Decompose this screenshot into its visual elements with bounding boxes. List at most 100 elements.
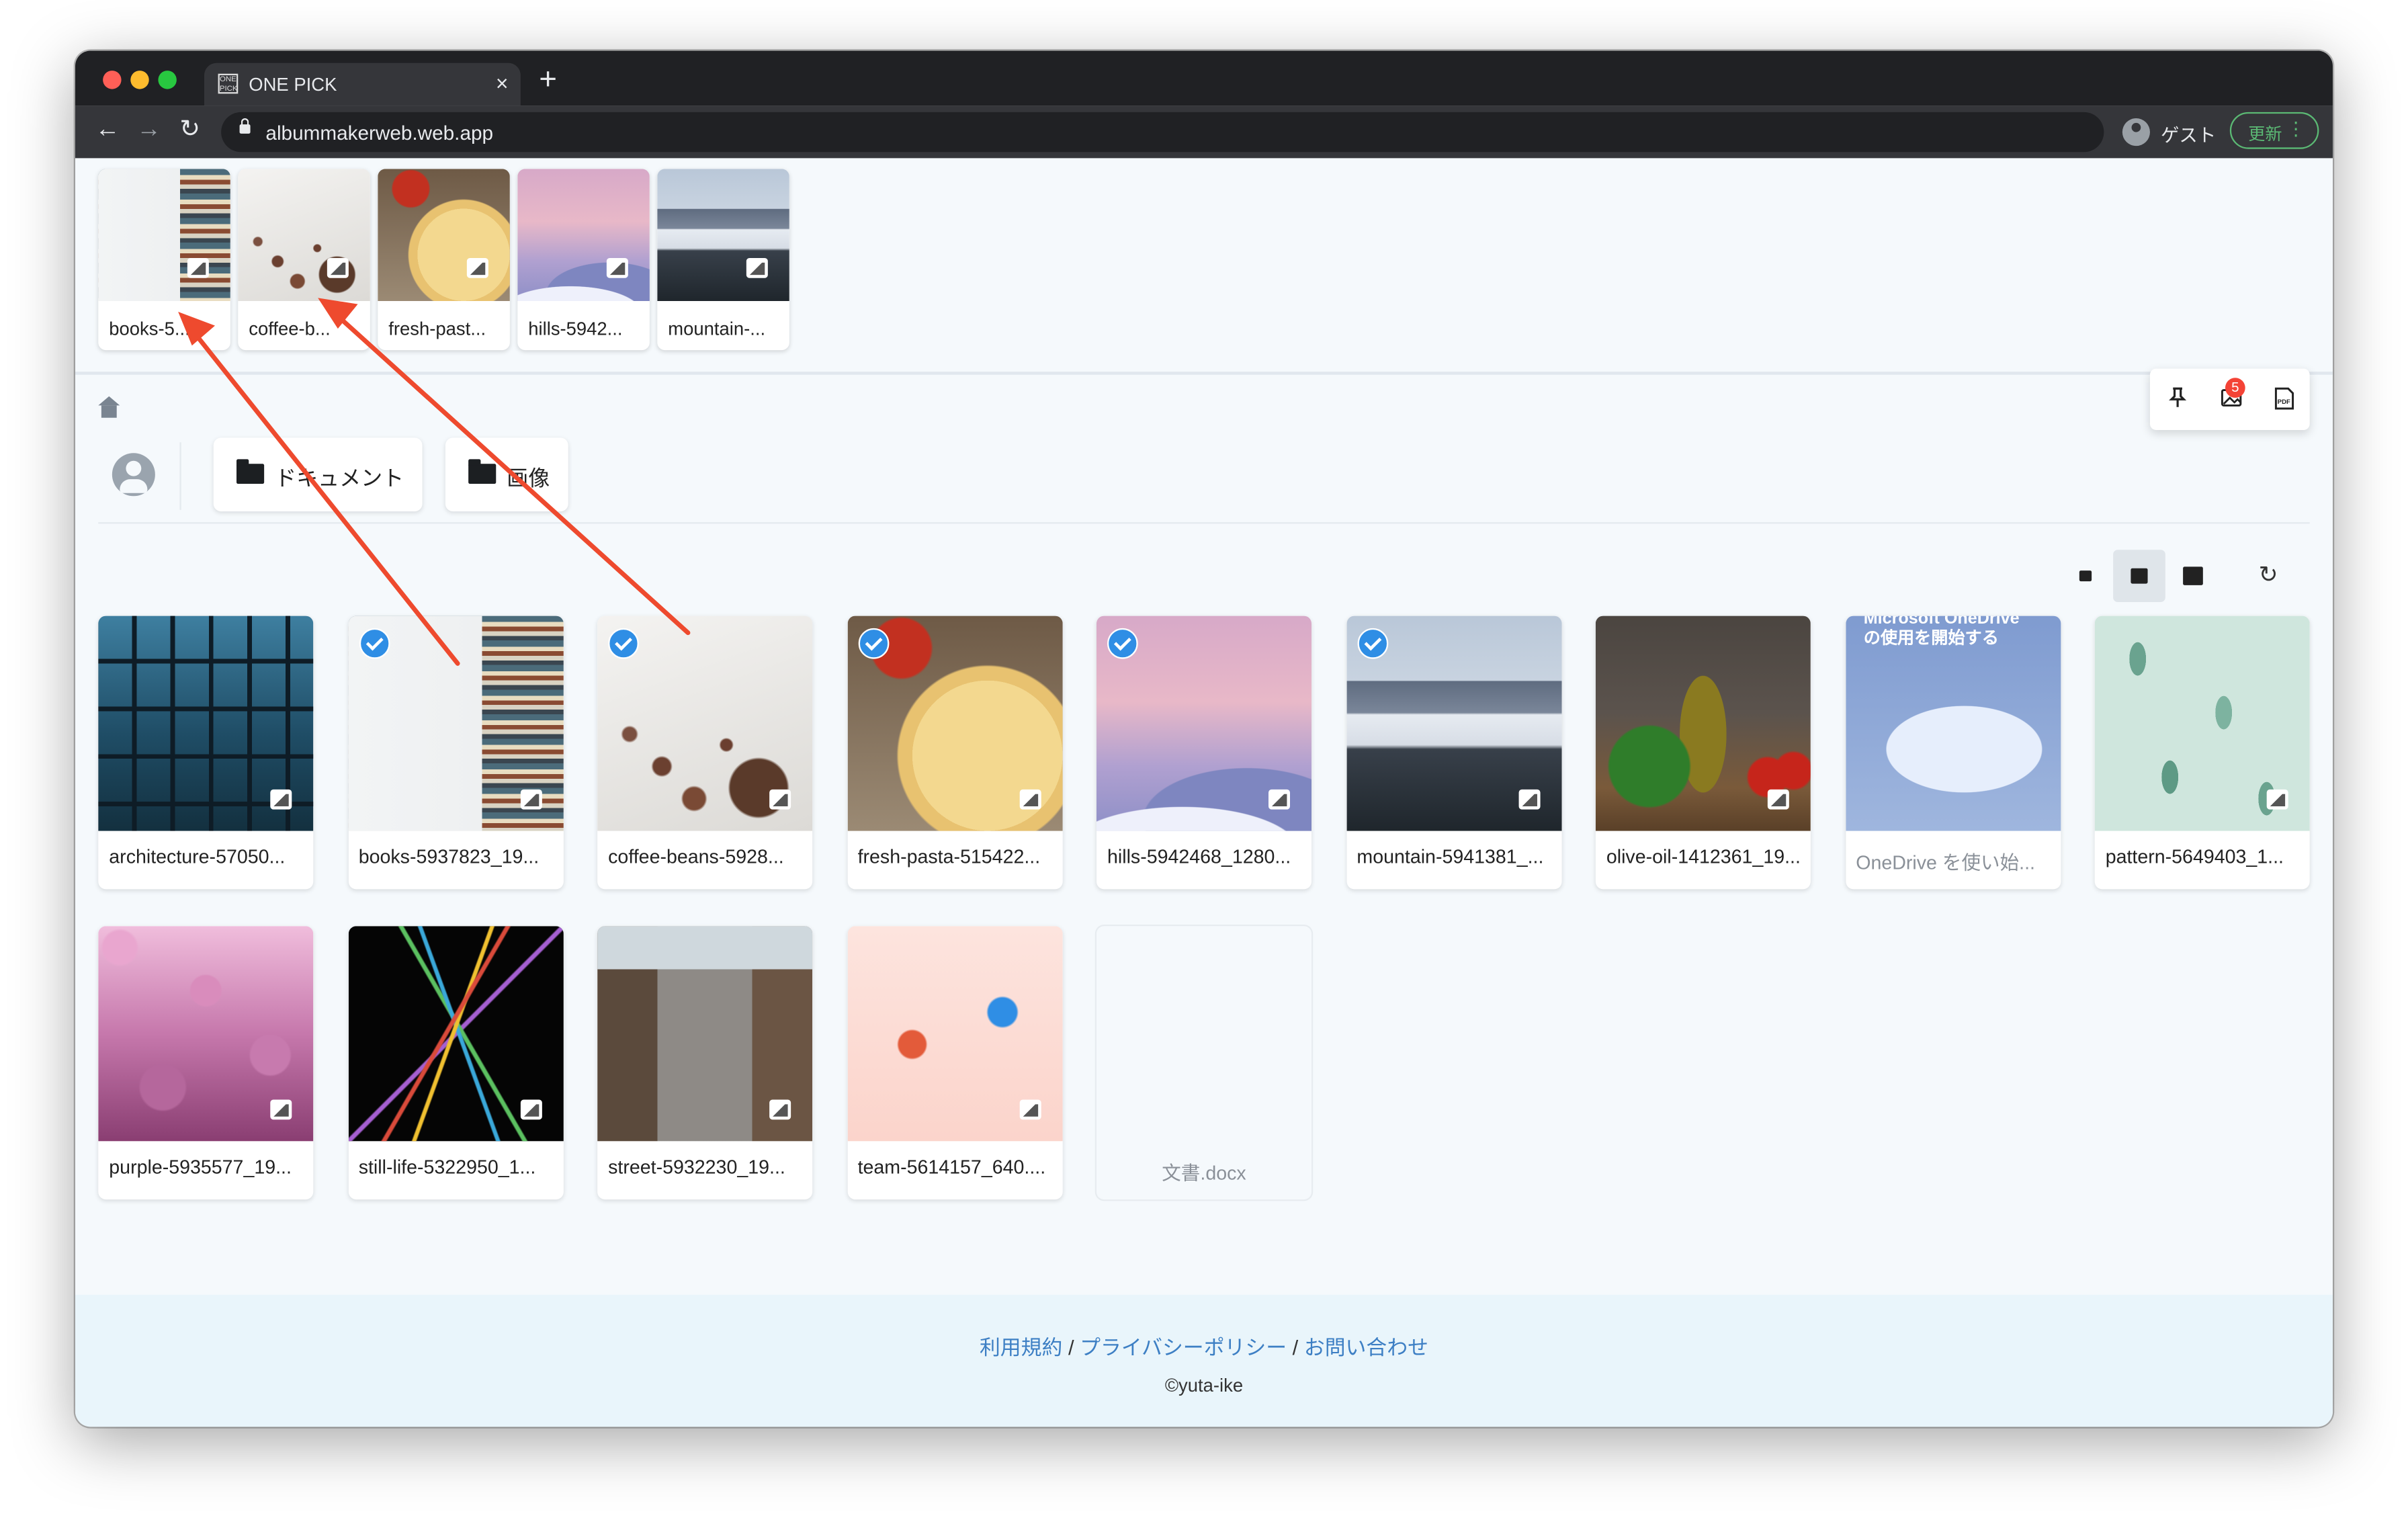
image-type-icon — [746, 257, 768, 278]
image-type-icon — [1767, 789, 1789, 810]
file-card[interactable]: mountain-5941381_... — [1346, 616, 1561, 890]
profile-label: ゲスト — [2160, 124, 2217, 146]
image-type-icon — [187, 257, 209, 278]
file-card[interactable]: street-5932230_19... — [597, 926, 813, 1200]
checkmark-icon[interactable] — [608, 628, 639, 659]
divider — [98, 522, 2310, 524]
file-card[interactable]: coffee-beans-5928... — [597, 616, 813, 890]
thumbnail-image — [238, 169, 370, 301]
checkmark-icon[interactable] — [1107, 628, 1138, 659]
file-card[interactable]: hills-5942468_1280... — [1096, 616, 1312, 890]
privacy-link[interactable]: プライバシーポリシー — [1080, 1336, 1287, 1359]
footer-separator: / — [1062, 1336, 1080, 1359]
pdf-icon[interactable]: PDF — [2274, 387, 2294, 410]
address-bar[interactable]: albummakerweb.web.app — [221, 112, 2104, 153]
file-label: purple-5935577_19... — [109, 1156, 292, 1179]
back-icon[interactable]: ← — [95, 117, 120, 144]
close-window-button[interactable] — [103, 71, 122, 89]
file-label: still-life-5322950_1... — [358, 1156, 536, 1179]
forward-icon[interactable]: → — [136, 117, 161, 144]
url-text: albummakerweb.web.app — [265, 121, 494, 144]
file-card[interactable]: pattern-5649403_1... — [2094, 616, 2310, 890]
selected-thumb[interactable]: hills-5942... — [517, 169, 650, 351]
selected-strip: books-5... coffee-b... fresh-past... hills-… — [75, 158, 2333, 375]
update-label: 更新 — [2248, 126, 2282, 144]
image-type-icon — [270, 1099, 292, 1120]
selected-thumb[interactable]: coffee-b... — [238, 169, 370, 351]
file-label: mountain-5941381_... — [1357, 846, 1544, 868]
tab-close-icon[interactable]: × — [496, 71, 509, 95]
pin-icon[interactable] — [2168, 387, 2187, 409]
footer: 利用規約 / プライバシーポリシー / お問い合わせ ©yuta-ike — [75, 1294, 2333, 1427]
thumbnail-image — [517, 169, 650, 301]
update-button[interactable]: 更新 ⋮ — [2229, 112, 2319, 149]
image-type-icon — [1019, 789, 1041, 810]
thumb-label: mountain-... — [668, 318, 766, 340]
image-large-icon — [2183, 566, 2203, 585]
thumbnail-image — [98, 169, 230, 301]
image-medium-icon — [2131, 568, 2148, 584]
lock-icon — [239, 118, 251, 134]
selected-thumb[interactable]: books-5... — [98, 169, 230, 351]
footer-links: 利用規約 / プライバシーポリシー / お問い合わせ — [75, 1330, 2333, 1361]
file-card[interactable]: fresh-pasta-515422... — [847, 616, 1062, 890]
new-tab-button[interactable]: + — [539, 65, 557, 95]
checkmark-icon[interactable] — [857, 628, 889, 659]
file-card[interactable]: Microsoft OneDrive の使用を開始する OneDrive を使い始.… — [1845, 616, 2061, 890]
file-card[interactable]: architecture-57050... — [98, 616, 314, 890]
folder-images[interactable]: 画像 — [445, 437, 568, 512]
image-type-icon — [327, 257, 349, 278]
browser-toolbar: ← → ↻ albummakerweb.web.app ゲスト 更新 ⋮ — [75, 105, 2333, 159]
minimize-window-button[interactable] — [130, 71, 149, 89]
thumb-heading: の使用を開始する — [1863, 630, 1999, 648]
file-card[interactable]: books-5937823_19... — [347, 616, 563, 890]
folder-label: ドキュメント — [275, 465, 404, 491]
selected-thumb[interactable]: mountain-... — [657, 169, 789, 351]
file-label: street-5932230_19... — [608, 1156, 785, 1179]
image-small-icon — [2079, 570, 2092, 582]
favicon-icon: ONE PICK — [218, 73, 239, 94]
file-label: OneDrive を使い始... — [1856, 852, 2035, 874]
footer-separator: / — [1287, 1336, 1304, 1359]
folder-icon — [468, 459, 497, 484]
image-type-icon — [769, 789, 791, 810]
file-card[interactable]: still-life-5322950_1... — [347, 926, 563, 1200]
folder-documents[interactable]: ドキュメント — [213, 437, 423, 512]
view-small-button[interactable] — [2059, 550, 2112, 602]
file-card[interactable]: purple-5935577_19... — [98, 926, 314, 1200]
thumbnail-image — [1096, 926, 1312, 1142]
browser-tab[interactable]: ONE PICK ONE PICK × — [204, 62, 521, 106]
copyright: ©yuta-ike — [1164, 1374, 1244, 1396]
file-label: architecture-57050... — [109, 846, 286, 868]
file-label: pattern-5649403_1... — [2105, 846, 2284, 868]
pdf-label: PDF — [2278, 398, 2290, 406]
file-card[interactable]: 文書.docx — [1096, 926, 1312, 1200]
thumbnail-image — [378, 169, 510, 301]
image-type-icon — [466, 257, 488, 278]
file-card[interactable]: team-5614157_640.... — [847, 926, 1062, 1200]
reload-icon[interactable]: ↻ — [179, 117, 200, 144]
view-large-button[interactable] — [2167, 550, 2219, 602]
checkmark-icon[interactable] — [358, 628, 390, 659]
file-card[interactable]: olive-oil-1412361_19... — [1595, 616, 1811, 890]
image-type-icon — [519, 789, 542, 810]
folder-icon — [236, 459, 265, 484]
refresh-icon[interactable]: ↻ — [2242, 550, 2294, 602]
thumbnail-image — [657, 169, 789, 301]
selected-thumb[interactable]: fresh-past... — [378, 169, 510, 351]
terms-link[interactable]: 利用規約 — [980, 1336, 1062, 1359]
home-icon[interactable] — [98, 396, 120, 418]
thumb-label: fresh-past... — [388, 318, 486, 340]
profile-button[interactable]: ゲスト — [2119, 112, 2223, 152]
images-count-badge: 5 — [2225, 378, 2245, 398]
stage: ONE PICK ONE PICK × + ← → ↻ albummakerwe… — [0, 0, 2408, 1528]
checkmark-icon[interactable] — [1357, 628, 1388, 659]
user-avatar-icon[interactable] — [112, 453, 155, 497]
thumb-label: hills-5942... — [528, 318, 623, 340]
browser-window: ONE PICK ONE PICK × + ← → ↻ albummakerwe… — [75, 50, 2333, 1427]
zoom-window-button[interactable] — [158, 71, 177, 89]
view-medium-button[interactable] — [2113, 550, 2165, 602]
file-label: 文書.docx — [1162, 1162, 1246, 1185]
image-type-icon — [270, 789, 292, 810]
contact-link[interactable]: お問い合わせ — [1304, 1336, 1428, 1359]
